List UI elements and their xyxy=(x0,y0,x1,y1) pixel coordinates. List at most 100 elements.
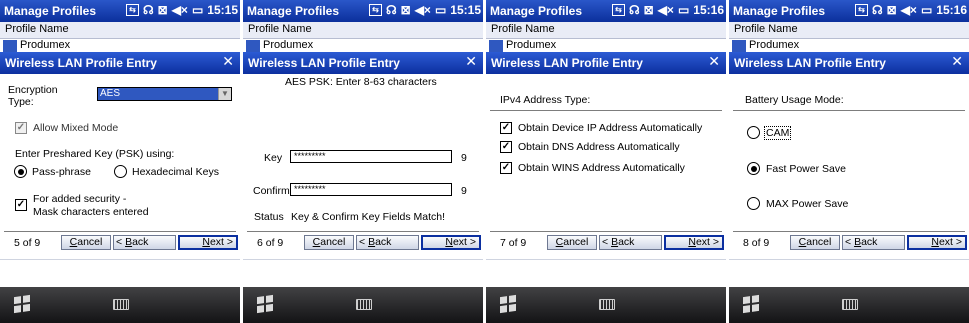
battery-heading: Battery Usage Mode: xyxy=(745,94,844,106)
close-icon[interactable]: ✕ xyxy=(222,54,234,70)
footer-area xyxy=(0,259,240,288)
max-power-save-label: MAX Power Save xyxy=(766,198,849,210)
wifi-box-icon[interactable]: ⇆ xyxy=(125,4,139,16)
no-connection-icon[interactable]: ⊠ xyxy=(158,3,168,17)
cam-radio[interactable] xyxy=(747,126,760,139)
app-title[interactable]: Manage Profiles xyxy=(4,4,96,18)
list-item[interactable]: Produmex xyxy=(0,38,240,52)
keyboard-icon[interactable] xyxy=(356,299,372,310)
next-button[interactable]: Next > xyxy=(178,235,238,250)
obtain-dns-checkbox[interactable]: ✓ xyxy=(500,141,512,153)
cancel-button[interactable]: Cancel xyxy=(304,235,354,250)
accelerator-key: N xyxy=(688,236,696,248)
hexadecimal-label: Hexadecimal Keys xyxy=(132,166,219,178)
speaker-mute-icon[interactable]: ◀× xyxy=(901,3,917,17)
no-connection-icon[interactable]: ⊠ xyxy=(887,3,897,17)
battery-icon[interactable]: ▭ xyxy=(192,3,203,17)
battery-icon[interactable]: ▭ xyxy=(678,3,689,17)
close-icon[interactable]: ✕ xyxy=(951,54,963,70)
windows-start-icon[interactable] xyxy=(14,294,30,314)
accelerator-key: N xyxy=(202,236,210,248)
clock[interactable]: 15:15 xyxy=(450,3,481,17)
wifi-box-icon[interactable]: ⇆ xyxy=(368,4,382,16)
signal-icon[interactable]: ☊ xyxy=(386,3,397,17)
key-count: 9 xyxy=(461,152,467,164)
footer-area xyxy=(729,259,969,288)
list-header[interactable]: Profile Name xyxy=(0,22,240,39)
close-icon[interactable]: ✕ xyxy=(465,54,477,70)
divider xyxy=(733,110,965,111)
cancel-button[interactable]: Cancel xyxy=(547,235,597,250)
dialog-title: Wireless LAN Profile Entry xyxy=(491,56,643,70)
back-button[interactable]: < Back xyxy=(113,235,176,250)
back-button[interactable]: < Back xyxy=(842,235,905,250)
app-title[interactable]: Manage Profiles xyxy=(733,4,825,18)
profile-icon xyxy=(732,40,746,52)
next-button[interactable]: Next > xyxy=(664,235,724,250)
passphrase-radio[interactable] xyxy=(14,165,27,178)
next-button[interactable]: Next > xyxy=(421,235,481,250)
list-header[interactable]: Profile Name xyxy=(486,22,726,39)
dialog-body: Encryption Type: AES ▼ ✓ Allow Mixed Mod… xyxy=(0,74,240,259)
encryption-type-select[interactable]: AES ▼ xyxy=(97,87,232,101)
fast-power-save-radio[interactable] xyxy=(747,162,760,175)
taskbar xyxy=(486,287,726,323)
panel-separator xyxy=(240,0,243,323)
footer-area xyxy=(243,259,483,288)
passphrase-label: Pass-phrase xyxy=(32,166,91,178)
key-field[interactable]: ********* xyxy=(290,150,452,163)
dialog-body: Battery Usage Mode: CAM Fast Power Save … xyxy=(729,74,969,259)
dialog-title: Wireless LAN Profile Entry xyxy=(5,56,157,70)
list-header[interactable]: Profile Name xyxy=(243,22,483,39)
back-button[interactable]: < Back xyxy=(356,235,419,250)
status-label: Status xyxy=(254,211,284,223)
list-item[interactable]: Produmex xyxy=(486,38,726,52)
clock[interactable]: 15:16 xyxy=(693,3,724,17)
cancel-button[interactable]: Cancel xyxy=(61,235,111,250)
obtain-wins-checkbox[interactable]: ✓ xyxy=(500,162,512,174)
signal-icon[interactable]: ☊ xyxy=(629,3,640,17)
speaker-mute-icon[interactable]: ◀× xyxy=(658,3,674,17)
windows-start-icon[interactable] xyxy=(743,294,759,314)
speaker-mute-icon[interactable]: ◀× xyxy=(415,3,431,17)
wifi-box-icon[interactable]: ⇆ xyxy=(611,4,625,16)
signal-icon[interactable]: ☊ xyxy=(143,3,154,17)
max-power-save-radio[interactable] xyxy=(747,197,760,210)
close-icon[interactable]: ✕ xyxy=(708,54,720,70)
clock[interactable]: 15:15 xyxy=(207,3,238,17)
obtain-ip-checkbox[interactable]: ✓ xyxy=(500,122,512,134)
clock[interactable]: 15:16 xyxy=(936,3,967,17)
battery-icon[interactable]: ▭ xyxy=(435,3,446,17)
ipv4-heading: IPv4 Address Type: xyxy=(500,94,591,106)
keyboard-icon[interactable] xyxy=(599,299,615,310)
key-label: Key xyxy=(264,152,283,164)
accelerator-key: C xyxy=(69,236,78,248)
app-title[interactable]: Manage Profiles xyxy=(490,4,582,18)
windows-start-icon[interactable] xyxy=(500,294,516,314)
allow-mixed-checkbox[interactable]: ✓ xyxy=(15,122,27,134)
app-title[interactable]: Manage Profiles xyxy=(247,4,339,18)
back-button[interactable]: < Back xyxy=(599,235,662,250)
confirm-field[interactable]: ********* xyxy=(290,183,452,196)
no-connection-icon[interactable]: ⊠ xyxy=(644,3,654,17)
list-item[interactable]: Produmex xyxy=(729,38,969,52)
no-connection-icon[interactable]: ⊠ xyxy=(401,3,411,17)
battery-icon[interactable]: ▭ xyxy=(921,3,932,17)
signal-icon[interactable]: ☊ xyxy=(872,3,883,17)
windows-start-icon[interactable] xyxy=(257,294,273,314)
cancel-button[interactable]: Cancel xyxy=(790,235,840,250)
speaker-mute-icon[interactable]: ◀× xyxy=(172,3,188,17)
list-item[interactable]: Produmex xyxy=(243,38,483,52)
hexadecimal-radio[interactable] xyxy=(114,165,127,178)
keyboard-icon[interactable] xyxy=(113,299,129,310)
mask-characters-checkbox[interactable]: ✓ xyxy=(15,199,27,211)
next-button[interactable]: Next > xyxy=(907,235,967,250)
cam-label: CAM xyxy=(764,126,792,140)
divider xyxy=(733,231,965,232)
keyboard-icon[interactable] xyxy=(842,299,858,310)
panel-separator xyxy=(726,0,729,323)
list-header[interactable]: Profile Name xyxy=(729,22,969,39)
wifi-box-icon[interactable]: ⇆ xyxy=(854,4,868,16)
confirm-count: 9 xyxy=(461,185,467,197)
wlan-step-5-panel: Manage Profiles ⇆ ☊ ⊠ ◀× ▭ 15:15 Profile… xyxy=(0,0,240,323)
